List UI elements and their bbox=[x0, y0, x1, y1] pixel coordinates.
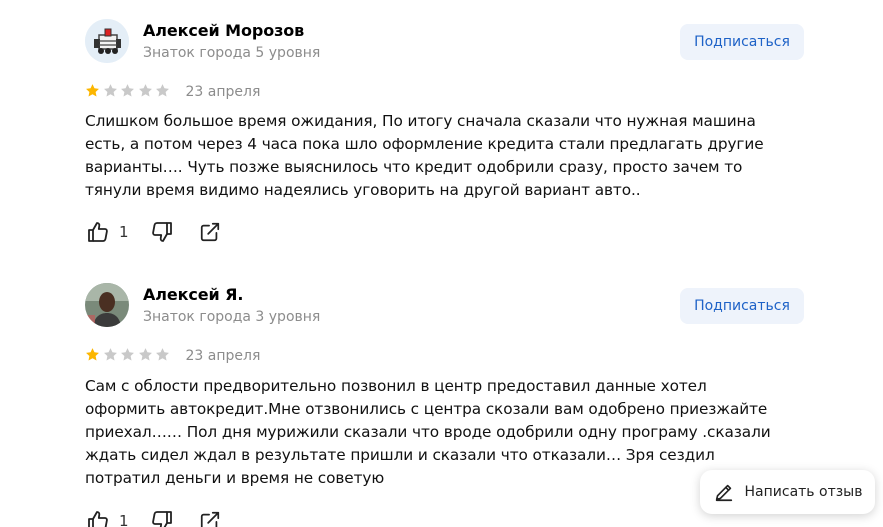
review-date: 23 апреля bbox=[185, 348, 261, 364]
like-icon[interactable] bbox=[85, 508, 111, 527]
like-count: 1 bbox=[119, 512, 129, 527]
share-icon[interactable] bbox=[197, 219, 223, 245]
star-empty-icon bbox=[156, 83, 169, 96]
avatar-robot-image bbox=[85, 19, 129, 63]
author-level: Знаток города 3 уровня bbox=[143, 309, 321, 325]
star-empty-icon bbox=[156, 347, 169, 360]
star-filled-icon bbox=[86, 347, 99, 360]
dislike-icon[interactable] bbox=[149, 508, 175, 527]
rating-stars bbox=[85, 83, 173, 102]
rating-stars bbox=[85, 347, 173, 366]
review-date: 23 апреля bbox=[185, 84, 261, 100]
reviews-page: Алексей Морозов Знаток города 5 уровня П… bbox=[0, 0, 883, 527]
write-review-label: Написать отзыв bbox=[744, 484, 863, 500]
author-name[interactable]: Алексей Я. bbox=[143, 285, 243, 304]
star-empty-icon bbox=[121, 83, 134, 96]
review-actions: 1 bbox=[85, 508, 223, 527]
rating: 23 апреля bbox=[85, 346, 260, 366]
avatar[interactable] bbox=[85, 19, 129, 63]
star-empty-icon bbox=[103, 83, 117, 96]
like-icon[interactable] bbox=[85, 219, 111, 245]
star-empty-icon bbox=[121, 347, 134, 360]
star-filled-icon bbox=[86, 83, 99, 96]
share-icon[interactable] bbox=[197, 508, 223, 527]
pencil-icon bbox=[713, 481, 735, 503]
star-empty-icon bbox=[138, 347, 152, 360]
star-empty-icon bbox=[138, 83, 152, 96]
author-level: Знаток города 5 уровня bbox=[143, 45, 321, 61]
subscribe-button[interactable]: Подписаться bbox=[680, 288, 804, 324]
write-review-button[interactable]: Написать отзыв bbox=[700, 470, 875, 514]
review-text: Слишком большое время ожидания, По итогу… bbox=[85, 112, 764, 199]
rating: 23 апреля bbox=[85, 82, 260, 102]
avatar[interactable] bbox=[85, 283, 129, 327]
review-text: Сам с облости предворительно позвонил в … bbox=[85, 377, 771, 487]
like-count: 1 bbox=[119, 223, 129, 241]
author-name[interactable]: Алексей Морозов bbox=[143, 21, 304, 40]
subscribe-button[interactable]: Подписаться bbox=[680, 24, 804, 60]
review-actions: 1 bbox=[85, 219, 223, 245]
avatar-photo-image bbox=[85, 283, 129, 327]
dislike-icon[interactable] bbox=[149, 219, 175, 245]
star-empty-icon bbox=[103, 347, 117, 360]
